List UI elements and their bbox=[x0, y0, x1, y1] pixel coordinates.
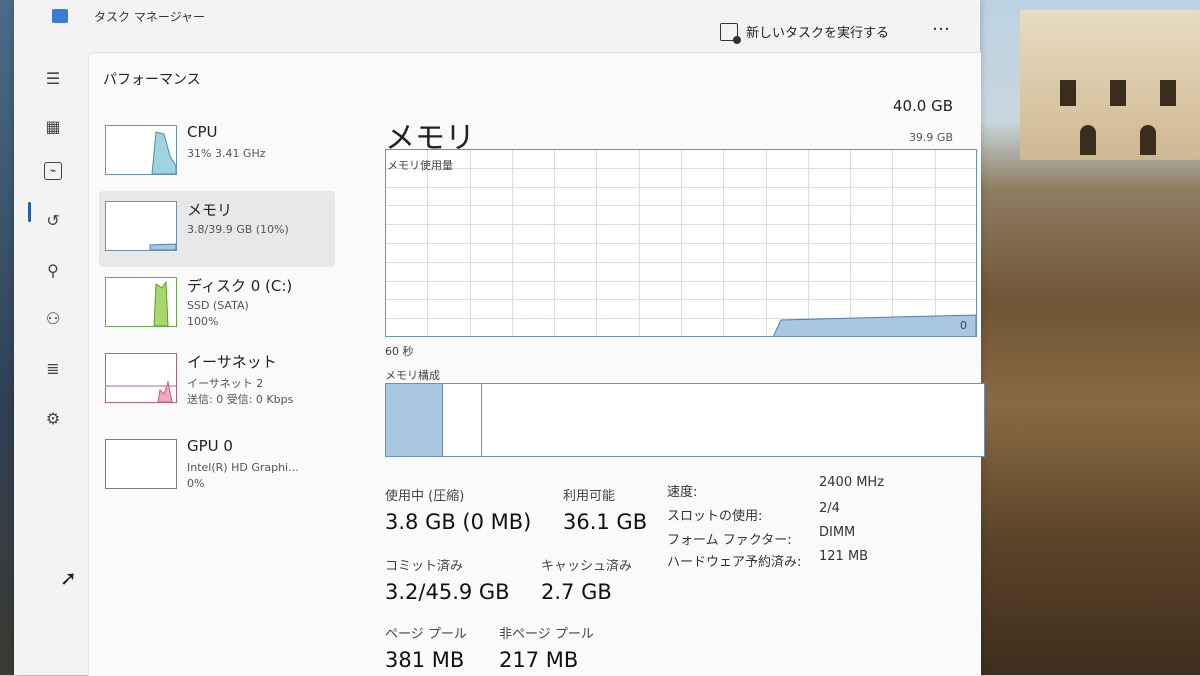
memory-thumbnail-graph bbox=[105, 201, 177, 251]
stat-cached: キャッシュ済み 2.7 GB bbox=[541, 555, 632, 604]
device-stat: 3.8/39.9 GB (10%) bbox=[187, 223, 289, 236]
memory-usage-graph bbox=[385, 149, 977, 338]
device-gpu-0[interactable]: GPU 0 Intel(R) HD Graphi... 0% bbox=[99, 429, 335, 505]
stat-label: コミット済み bbox=[385, 559, 464, 574]
graph-zero-label: 0 bbox=[960, 319, 967, 332]
hamburger-menu-icon[interactable]: ☰ bbox=[42, 68, 64, 90]
cpu-thumbnail-graph bbox=[105, 125, 177, 175]
services-icon[interactable]: ⚙ bbox=[42, 408, 64, 430]
gpu-thumbnail-graph bbox=[105, 439, 177, 489]
composition-in-use bbox=[386, 384, 443, 456]
stat-in-use: 使用中 (圧縮) 3.8 GB (0 MB) bbox=[385, 485, 531, 534]
detail-speed-label: 速度: bbox=[667, 485, 698, 500]
window-title: タスク マネージャー bbox=[94, 10, 205, 24]
nav-active-indicator bbox=[28, 202, 31, 222]
detail-reserved-value: 121 MB bbox=[819, 549, 869, 564]
performance-panel: パフォーマンス CPU 31% 3.41 GHz メモリ 3.8/39.9 GB… bbox=[88, 52, 985, 676]
detail-reserved-label: ハードウェア予約済み: bbox=[667, 555, 802, 570]
stat-available: 利用可能 36.1 GB bbox=[563, 485, 647, 534]
detail-slots-label: スロットの使用: bbox=[667, 509, 763, 524]
stat-value: 381 MB bbox=[385, 648, 465, 672]
graph-time-label: 60 秒 bbox=[385, 345, 414, 358]
device-stat: 0% bbox=[187, 477, 205, 490]
task-manager-window: タスク マネージャー 新しいタスクを実行する … ☰ ▦ ⌁ ↺ ⚲ ⚇ ≣ ⚙… bbox=[14, 0, 985, 676]
device-cpu[interactable]: CPU 31% 3.41 GHz bbox=[99, 115, 335, 191]
mouse-cursor-icon: ➚ bbox=[60, 566, 77, 590]
detail-form-factor-label: フォーム ファクター: bbox=[667, 533, 792, 548]
device-name: ディスク 0 (C:) bbox=[187, 277, 293, 295]
memory-total: 40.0 GB bbox=[892, 97, 953, 115]
more-options-button[interactable]: … bbox=[932, 14, 951, 35]
device-name: イーサネット bbox=[187, 353, 277, 371]
ethernet-thumbnail-graph bbox=[105, 353, 177, 403]
device-stat: 送信: 0 受信: 0 Kbps bbox=[187, 393, 294, 406]
run-new-task-label: 新しいタスクを実行する bbox=[746, 26, 890, 41]
device-stat: 100% bbox=[187, 315, 219, 328]
desktop-background-left bbox=[0, 0, 14, 675]
stat-label: ページ プール bbox=[385, 627, 467, 642]
disk-thumbnail-graph bbox=[105, 277, 177, 327]
detail-form-factor-value: DIMM bbox=[819, 525, 856, 540]
device-name: GPU 0 bbox=[187, 437, 233, 455]
device-stat: 31% 3.41 GHz bbox=[187, 147, 266, 160]
graph-max-label: 39.9 GB bbox=[908, 131, 953, 144]
stat-label: 利用可能 bbox=[563, 489, 616, 504]
device-stat: SSD (SATA) bbox=[187, 299, 249, 312]
section-title: パフォーマンス bbox=[103, 72, 201, 88]
device-memory[interactable]: メモリ 3.8/39.9 GB (10%) bbox=[99, 191, 335, 267]
stat-value: 3.2/45.9 GB bbox=[385, 580, 510, 604]
stat-value: 217 MB bbox=[499, 648, 579, 672]
memory-composition-bar bbox=[385, 383, 985, 457]
performance-icon[interactable]: ⌁ bbox=[44, 162, 62, 180]
desktop-background-building bbox=[1020, 10, 1200, 160]
memory-usage-label: メモリ使用量 bbox=[387, 159, 453, 172]
stat-label: 使用中 (圧縮) bbox=[385, 489, 465, 504]
stat-value: 36.1 GB bbox=[563, 510, 648, 534]
detail-slots-value: 2/4 bbox=[819, 501, 840, 516]
app-history-icon[interactable]: ↺ bbox=[42, 210, 64, 232]
details-icon[interactable]: ≣ bbox=[42, 358, 64, 380]
run-new-task-button[interactable]: 新しいタスクを実行する bbox=[720, 22, 890, 44]
stat-committed: コミット済み 3.2/45.9 GB bbox=[385, 555, 510, 604]
stat-value: 3.8 GB (0 MB) bbox=[385, 510, 532, 534]
task-manager-app-icon bbox=[52, 9, 68, 23]
device-name: CPU bbox=[187, 123, 218, 141]
users-icon[interactable]: ⚇ bbox=[42, 308, 64, 330]
device-ethernet[interactable]: イーサネット イーサネット 2 送信: 0 受信: 0 Kbps bbox=[99, 343, 335, 419]
device-name: メモリ bbox=[187, 201, 233, 219]
stat-value: 2.7 GB bbox=[541, 580, 612, 604]
stat-paged-pool: ページ プール 381 MB bbox=[385, 623, 467, 672]
memory-composition-label: メモリ構成 bbox=[385, 369, 440, 382]
stat-nonpaged-pool: 非ページ プール 217 MB bbox=[499, 623, 594, 672]
composition-modified bbox=[443, 384, 482, 456]
stat-label: 非ページ プール bbox=[499, 627, 594, 642]
stat-label: キャッシュ済み bbox=[541, 559, 633, 574]
startup-apps-icon[interactable]: ⚲ bbox=[42, 260, 64, 282]
device-stat: Intel(R) HD Graphi... bbox=[187, 461, 299, 474]
detail-speed-value: 2400 MHz bbox=[819, 475, 885, 490]
processes-icon[interactable]: ▦ bbox=[42, 116, 64, 138]
run-task-icon bbox=[720, 22, 741, 44]
device-stat: イーサネット 2 bbox=[187, 377, 264, 390]
device-disk-0[interactable]: ディスク 0 (C:) SSD (SATA) 100% bbox=[99, 267, 335, 343]
